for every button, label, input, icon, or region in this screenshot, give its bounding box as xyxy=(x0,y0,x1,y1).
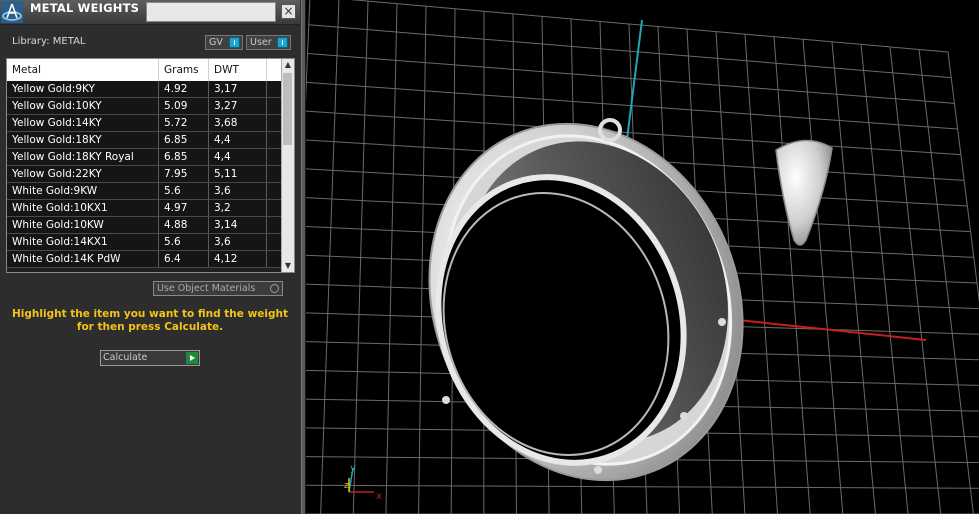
grams-cell: 6.4 xyxy=(159,251,209,267)
library-label: Library: METAL xyxy=(12,36,86,47)
table-row[interactable]: Yellow Gold:10KY 5.09 3,27 xyxy=(7,98,283,115)
calculate-button[interactable]: Calculate xyxy=(100,350,200,366)
metal-name-cell: White Gold:10KW xyxy=(7,217,159,233)
dwt-cell: 3,14 xyxy=(209,217,267,233)
titlebar-filler xyxy=(146,2,276,22)
gv-toggle[interactable]: GV xyxy=(205,35,243,50)
table-row[interactable]: Yellow Gold:14KY 5.72 3,68 xyxy=(7,115,283,132)
axis-x-label: x xyxy=(376,491,382,502)
table-header: Metal Grams DWT xyxy=(7,59,283,82)
grid-line xyxy=(307,53,955,104)
dwt-cell: 5,11 xyxy=(209,166,267,182)
gv-toggle-switch-icon xyxy=(229,37,240,48)
panel-titlebar: METAL WEIGHTS × xyxy=(0,0,300,25)
use-object-materials-option[interactable]: Use Object Materials xyxy=(153,281,283,296)
dwt-cell: 4,12 xyxy=(209,251,267,267)
dwt-cell: 3,2 xyxy=(209,200,267,216)
metal-name-cell: Yellow Gold:10KY xyxy=(7,98,159,114)
table-row[interactable]: White Gold:10KX1 4.97 3,2 xyxy=(7,200,283,217)
stone-setting-model xyxy=(775,139,833,246)
grams-cell: 5.6 xyxy=(159,183,209,199)
metal-name-cell: White Gold:10KX1 xyxy=(7,200,159,216)
grams-cell: 5.6 xyxy=(159,234,209,250)
ring-model xyxy=(428,118,744,482)
grams-cell: 6.85 xyxy=(159,149,209,165)
use-object-materials-label: Use Object Materials xyxy=(157,283,256,294)
dwt-cell: 4,4 xyxy=(209,149,267,165)
viewport-canvas: x y z xyxy=(306,0,979,514)
scroll-up-icon[interactable]: ▲ xyxy=(282,59,294,71)
panel-title: METAL WEIGHTS xyxy=(30,1,140,15)
column-header-dwt[interactable]: DWT xyxy=(209,59,267,81)
instruction-text: Highlight the item you want to find the … xyxy=(12,308,288,333)
metal-name-cell: White Gold:14KX1 xyxy=(7,234,159,250)
metal-name-cell: Yellow Gold:18KY xyxy=(7,132,159,148)
column-header-grams[interactable]: Grams xyxy=(159,59,209,81)
dwt-cell: 3,6 xyxy=(209,183,267,199)
metal-name-cell: White Gold:9KW xyxy=(7,183,159,199)
dwt-cell: 3,17 xyxy=(209,81,267,97)
table-row[interactable]: Yellow Gold:22KY 7.95 5,11 xyxy=(7,166,283,183)
play-arrow-icon xyxy=(186,352,198,364)
table-row[interactable]: White Gold:9KW 5.6 3,6 xyxy=(7,183,283,200)
column-header-metal[interactable]: Metal xyxy=(7,59,159,81)
axis-y-label: y xyxy=(350,463,356,474)
user-toggle-label: User xyxy=(250,37,272,48)
dwt-cell: 3,68 xyxy=(209,115,267,131)
user-toggle[interactable]: User xyxy=(246,35,291,50)
grid-line xyxy=(306,0,311,102)
grams-cell: 4.88 xyxy=(159,217,209,233)
3d-viewport[interactable]: x y z xyxy=(306,0,979,514)
grams-cell: 5.72 xyxy=(159,115,209,131)
table-row[interactable]: White Gold:14K PdW 6.4 4,12 xyxy=(7,251,283,268)
dwt-cell: 3,27 xyxy=(209,98,267,114)
user-toggle-switch-icon xyxy=(277,37,288,48)
grams-cell: 5.09 xyxy=(159,98,209,114)
close-icon[interactable]: × xyxy=(281,4,296,19)
metal-name-cell: Yellow Gold:9KY xyxy=(7,81,159,97)
axis-triad: x y z xyxy=(344,463,382,502)
grams-cell: 4.92 xyxy=(159,81,209,97)
dwt-cell: 4,4 xyxy=(209,132,267,148)
table-row[interactable]: Yellow Gold:18KY Royal 6.85 4,4 xyxy=(7,149,283,166)
gv-toggle-label: GV xyxy=(209,37,223,48)
metal-name-cell: Yellow Gold:14KY xyxy=(7,115,159,131)
calculate-label: Calculate xyxy=(103,352,148,363)
metal-table: Metal Grams DWT Yellow Gold:9KY 4.92 3,17 Y… xyxy=(6,58,295,273)
grams-cell: 7.95 xyxy=(159,166,209,182)
dwt-cell: 3,6 xyxy=(209,234,267,250)
table-row[interactable]: White Gold:10KW 4.88 3,14 xyxy=(7,217,283,234)
metal-name-cell: White Gold:14K PdW xyxy=(7,251,159,267)
table-scrollbar[interactable]: ▲ ▼ xyxy=(281,59,294,272)
grid-line xyxy=(306,484,979,489)
radio-icon xyxy=(270,284,279,293)
app-logo-icon xyxy=(1,1,23,23)
table-row[interactable]: White Gold:14KX1 5.6 3,6 xyxy=(7,234,283,251)
axis-z-label: z xyxy=(344,481,349,491)
metal-name-cell: Yellow Gold:18KY Royal xyxy=(7,149,159,165)
scroll-thumb[interactable] xyxy=(283,73,292,145)
table-row[interactable]: Yellow Gold:9KY 4.92 3,17 xyxy=(7,81,283,98)
grams-cell: 6.85 xyxy=(159,132,209,148)
grid-line xyxy=(308,24,952,79)
table-row[interactable]: Yellow Gold:18KY 6.85 4,4 xyxy=(7,132,283,149)
grams-cell: 4.97 xyxy=(159,200,209,216)
scroll-down-icon[interactable]: ▼ xyxy=(282,260,294,272)
metal-name-cell: Yellow Gold:22KY xyxy=(7,166,159,182)
metal-weights-panel: METAL WEIGHTS × Library: METAL GV User M… xyxy=(0,0,301,514)
